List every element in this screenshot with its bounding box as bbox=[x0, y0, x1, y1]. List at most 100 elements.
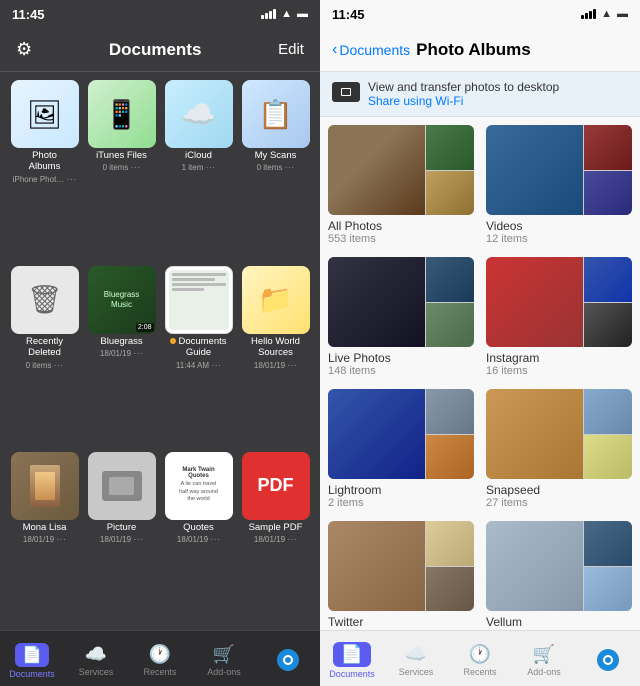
nav-item-compass[interactable] bbox=[256, 645, 320, 673]
list-item[interactable]: Lightroom 2 items bbox=[328, 389, 474, 509]
file-name: Sample PDF bbox=[249, 522, 303, 533]
right-nav-item-services[interactable]: ☁️ Services bbox=[384, 640, 448, 677]
left-wifi-icon: ▲ bbox=[281, 8, 292, 20]
album-name: Videos bbox=[486, 219, 632, 233]
services-nav-icon: ☁️ bbox=[85, 644, 107, 665]
instagram-thumb bbox=[486, 257, 632, 347]
right-nav-label-services: Services bbox=[399, 667, 434, 677]
right-services-nav-icon: ☁️ bbox=[405, 644, 427, 665]
album-count: 16 items bbox=[486, 365, 632, 377]
compass-nav-icon bbox=[277, 649, 299, 671]
albums-grid: All Photos 553 items Videos 12 items Liv… bbox=[320, 117, 640, 630]
addons-nav-icon: 🛒 bbox=[213, 644, 235, 665]
album-name: Lightroom bbox=[328, 483, 474, 497]
right-bottom-nav: 📄 Documents ☁️ Services 🕐 Recents 🛒 Add-… bbox=[320, 630, 640, 686]
file-meta: 18/01/19 ··· bbox=[177, 534, 220, 545]
file-meta: 0 items ··· bbox=[103, 162, 141, 173]
file-name: Bluegrass bbox=[100, 336, 142, 347]
list-item[interactable]: DocumentsGuide 11:44 AM ··· bbox=[162, 266, 235, 448]
lightroom-thumb bbox=[328, 389, 474, 479]
nav-item-recents[interactable]: 🕐 Recents bbox=[128, 640, 192, 677]
list-item[interactable]: Vellum 12 items bbox=[486, 521, 632, 630]
right-panel: 11:45 ▲ ▬ ‹ Documents Photo Albums View … bbox=[320, 0, 640, 686]
right-signal-icon bbox=[581, 9, 596, 19]
file-grid: 🖼 PhotoAlbums iPhone Phot… ··· 📱 iTunes … bbox=[0, 72, 320, 630]
promo-main-text: View and transfer photos to desktop bbox=[368, 80, 559, 94]
back-chevron-icon: ‹ bbox=[332, 41, 337, 59]
right-wifi-icon: ▲ bbox=[601, 8, 612, 20]
left-battery-icon: ▬ bbox=[297, 8, 308, 20]
file-name: DocumentsGuide bbox=[170, 336, 226, 359]
left-header: ⚙ Documents Edit bbox=[0, 28, 320, 72]
file-meta: 1 item ··· bbox=[182, 162, 216, 173]
list-item[interactable]: Mona Lisa 18/01/19 ··· bbox=[8, 452, 81, 622]
album-count: 2 items bbox=[328, 497, 474, 509]
right-header-title: Photo Albums bbox=[416, 40, 531, 60]
right-time: 11:45 bbox=[332, 7, 365, 22]
promo-text: View and transfer photos to desktop Shar… bbox=[368, 80, 559, 108]
list-item[interactable]: 📁 Hello WorldSources 18/01/19 ··· bbox=[239, 266, 312, 448]
album-name: Instagram bbox=[486, 351, 632, 365]
icloud-thumb: ☁️ bbox=[165, 80, 233, 148]
file-meta: 0 items ··· bbox=[26, 360, 64, 371]
right-nav-label-documents: Documents bbox=[329, 669, 375, 679]
documents-nav-icon: 📄 bbox=[15, 643, 49, 667]
file-name: Hello WorldSources bbox=[251, 336, 300, 359]
file-meta: 11:44 AM ··· bbox=[176, 360, 221, 371]
nav-item-addons[interactable]: 🛒 Add-ons bbox=[192, 640, 256, 677]
left-signal-icon bbox=[261, 9, 276, 19]
vellum-thumb bbox=[486, 521, 632, 611]
list-item[interactable]: PDF Sample PDF 18/01/19 ··· bbox=[239, 452, 312, 622]
right-compass-nav-icon bbox=[597, 649, 619, 671]
file-name: Mona Lisa bbox=[23, 522, 67, 533]
file-name: RecentlyDeleted bbox=[26, 336, 63, 359]
nav-label-recents: Recents bbox=[143, 667, 176, 677]
list-item[interactable]: Instagram 16 items bbox=[486, 257, 632, 377]
file-meta: iPhone Phot… ··· bbox=[13, 174, 77, 185]
list-item[interactable]: ☁️ iCloud 1 item ··· bbox=[162, 80, 235, 262]
album-count: 148 items bbox=[328, 365, 474, 377]
list-item[interactable]: Live Photos 148 items bbox=[328, 257, 474, 377]
mona-lisa-thumb bbox=[11, 452, 79, 520]
list-item[interactable]: Twitter 2 items bbox=[328, 521, 474, 630]
right-nav-label-recents: Recents bbox=[463, 667, 496, 677]
album-name: Live Photos bbox=[328, 351, 474, 365]
album-name: Vellum bbox=[486, 615, 632, 629]
file-name: My Scans bbox=[255, 150, 297, 161]
list-item[interactable]: 🖼 PhotoAlbums iPhone Phot… ··· bbox=[8, 80, 81, 262]
nav-label-addons: Add-ons bbox=[207, 667, 241, 677]
right-status-icons: ▲ ▬ bbox=[581, 8, 628, 20]
file-name: iTunes Files bbox=[96, 150, 147, 161]
right-addons-nav-icon: 🛒 bbox=[533, 644, 555, 665]
right-nav-item-recents[interactable]: 🕐 Recents bbox=[448, 640, 512, 677]
back-button[interactable]: ‹ Documents bbox=[332, 41, 410, 59]
list-item[interactable]: Videos 12 items bbox=[486, 125, 632, 245]
edit-button[interactable]: Edit bbox=[278, 41, 304, 58]
right-nav-label-addons: Add-ons bbox=[527, 667, 561, 677]
bluegrass-thumb: BluegrassMusic 2:08 bbox=[88, 266, 156, 334]
list-item[interactable]: 📱 iTunes Files 0 items ··· bbox=[85, 80, 158, 262]
list-item[interactable]: 📋 My Scans 0 items ··· bbox=[239, 80, 312, 262]
left-bottom-nav: 📄 Documents ☁️ Services 🕐 Recents 🛒 Add-… bbox=[0, 630, 320, 686]
right-nav-item-compass[interactable] bbox=[576, 645, 640, 673]
nav-item-documents[interactable]: 📄 Documents bbox=[0, 639, 64, 679]
hello-world-thumb: 📁 bbox=[242, 266, 310, 334]
list-item[interactable]: Snapseed 27 items bbox=[486, 389, 632, 509]
left-time: 11:45 bbox=[12, 7, 45, 22]
settings-gear-icon[interactable]: ⚙ bbox=[16, 39, 32, 60]
list-item[interactable]: Picture 18/01/19 ··· bbox=[85, 452, 158, 622]
right-nav-item-documents[interactable]: 📄 Documents bbox=[320, 638, 384, 679]
right-nav-item-addons[interactable]: 🛒 Add-ons bbox=[512, 640, 576, 677]
file-name: Picture bbox=[107, 522, 137, 533]
list-item[interactable]: All Photos 553 items bbox=[328, 125, 474, 245]
promo-link[interactable]: Share using Wi-Fi bbox=[368, 94, 559, 108]
videos-thumb bbox=[486, 125, 632, 215]
list-item[interactable]: BluegrassMusic 2:08 Bluegrass 18/01/19 ·… bbox=[85, 266, 158, 448]
list-item[interactable]: 🗑 RecentlyDeleted 0 items ··· bbox=[8, 266, 81, 448]
list-item[interactable]: Mark TwainQuotes A lie can travelhalf wa… bbox=[162, 452, 235, 622]
recents-nav-icon: 🕐 bbox=[149, 644, 171, 665]
nav-item-services[interactable]: ☁️ Services bbox=[64, 640, 128, 677]
left-status-icons: ▲ ▬ bbox=[261, 8, 308, 20]
itunes-thumb: 📱 bbox=[88, 80, 156, 148]
left-header-title: Documents bbox=[109, 40, 202, 60]
